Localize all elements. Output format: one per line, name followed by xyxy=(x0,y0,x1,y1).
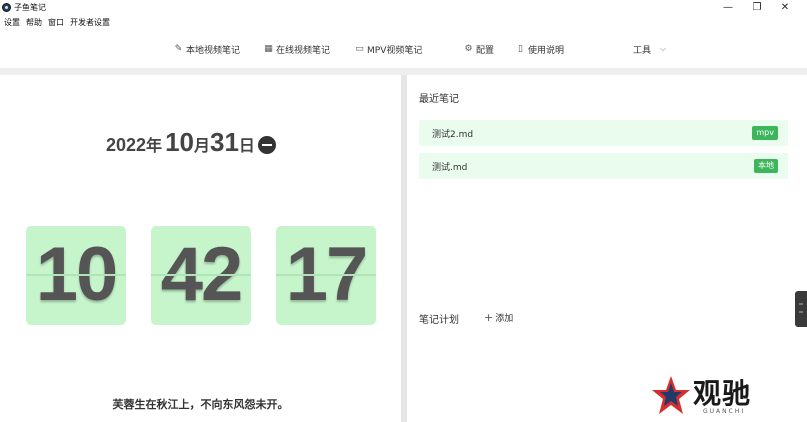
window-title: 子鱼笔记 xyxy=(14,3,46,12)
config-button[interactable]: ⚙ 配置 xyxy=(464,39,494,59)
menu-window[interactable]: 窗口 xyxy=(48,17,64,29)
config-label: 配置 xyxy=(476,45,495,56)
tools-dropdown[interactable]: 工具 ⌵ xyxy=(633,39,666,59)
date-year-unit: 年 xyxy=(146,138,163,155)
recent-note-item[interactable]: 测试.md 本地 xyxy=(419,153,788,179)
online-video-note-button[interactable]: ▦ 在线视频笔记 xyxy=(264,39,330,59)
daily-quote: 芙蓉生在秋江上，不向东风怨未开。 xyxy=(112,398,289,411)
tools-label: 工具 xyxy=(633,45,652,56)
watermark-subtext: GUANCHI xyxy=(703,408,746,415)
document-icon: ▯ xyxy=(518,44,523,54)
note-plan-title: 笔记计划 xyxy=(419,315,459,326)
menu-settings[interactable]: 设置 xyxy=(4,17,20,29)
toolbar: ✎ 本地视频笔记 ▦ 在线视频笔记 ▭ MPV视频笔记 ⚙ 配置 ▯ 使用说明 … xyxy=(0,39,807,59)
chevron-down-icon: ⌵ xyxy=(660,44,667,53)
note-type-badge: mpv xyxy=(752,126,778,140)
local-video-note-label: 本地视频笔记 xyxy=(186,45,241,56)
minimize-button[interactable]: — xyxy=(720,1,736,15)
flip-seam xyxy=(151,274,251,276)
close-button[interactable]: ✕ xyxy=(777,1,793,15)
grid-icon: ▦ xyxy=(264,44,273,54)
menu-bar: 设置 帮助 窗口 开发者设置 xyxy=(4,17,110,29)
star-logo-icon xyxy=(652,376,690,414)
monitor-icon: ▭ xyxy=(355,44,364,54)
note-type-badge: 本地 xyxy=(754,159,778,173)
header-divider xyxy=(0,68,807,75)
date-display: 2022 年 10 月 31 日 xyxy=(106,127,276,159)
watermark-logo: 观驰 GUANCHI xyxy=(651,374,761,418)
date-month: 10 xyxy=(165,127,194,157)
online-video-note-label: 在线视频笔记 xyxy=(276,45,331,56)
panel-splitter[interactable] xyxy=(401,75,407,422)
title-bar: 子鱼笔记 — ❐ ✕ xyxy=(0,0,807,16)
add-plan-label: 添加 xyxy=(495,314,514,324)
date-day-unit: 日 xyxy=(238,138,255,155)
clock-minutes: 42 xyxy=(151,226,251,325)
local-video-note-button[interactable]: ✎ 本地视频笔记 xyxy=(174,39,240,59)
date-year: 2022 xyxy=(106,135,147,155)
recent-note-item[interactable]: 测试2.md mpv xyxy=(419,120,788,146)
side-drawer-handle[interactable] xyxy=(795,291,807,327)
pen-icon: ✎ xyxy=(174,44,183,54)
date-day: 31 xyxy=(210,127,239,157)
note-name: 测试.md xyxy=(432,163,468,173)
mpv-video-note-button[interactable]: ▭ MPV视频笔记 xyxy=(355,39,422,59)
clock-hours: 10 xyxy=(26,226,126,325)
watermark-text: 观驰 xyxy=(693,377,752,410)
app-logo-icon xyxy=(2,3,11,12)
manual-label: 使用说明 xyxy=(528,45,565,56)
add-plan-button[interactable]: + 添加 xyxy=(484,311,513,324)
note-name: 测试2.md xyxy=(432,130,474,140)
maximize-button[interactable]: ❐ xyxy=(749,1,765,15)
gear-icon: ⚙ xyxy=(464,44,473,54)
recent-notes-title: 最近笔记 xyxy=(419,94,459,105)
clock-seconds: 17 xyxy=(276,226,376,325)
flip-seam xyxy=(276,274,376,276)
menu-developer-settings[interactable]: 开发者设置 xyxy=(70,17,110,29)
mpv-video-note-label: MPV视频笔记 xyxy=(367,45,423,56)
manual-button[interactable]: ▯ 使用说明 xyxy=(516,39,564,59)
plus-icon: + xyxy=(484,311,494,324)
menu-help[interactable]: 帮助 xyxy=(26,17,42,29)
minus-circle-icon[interactable] xyxy=(257,136,276,154)
flip-seam xyxy=(26,274,126,276)
date-month-unit: 月 xyxy=(193,138,210,155)
